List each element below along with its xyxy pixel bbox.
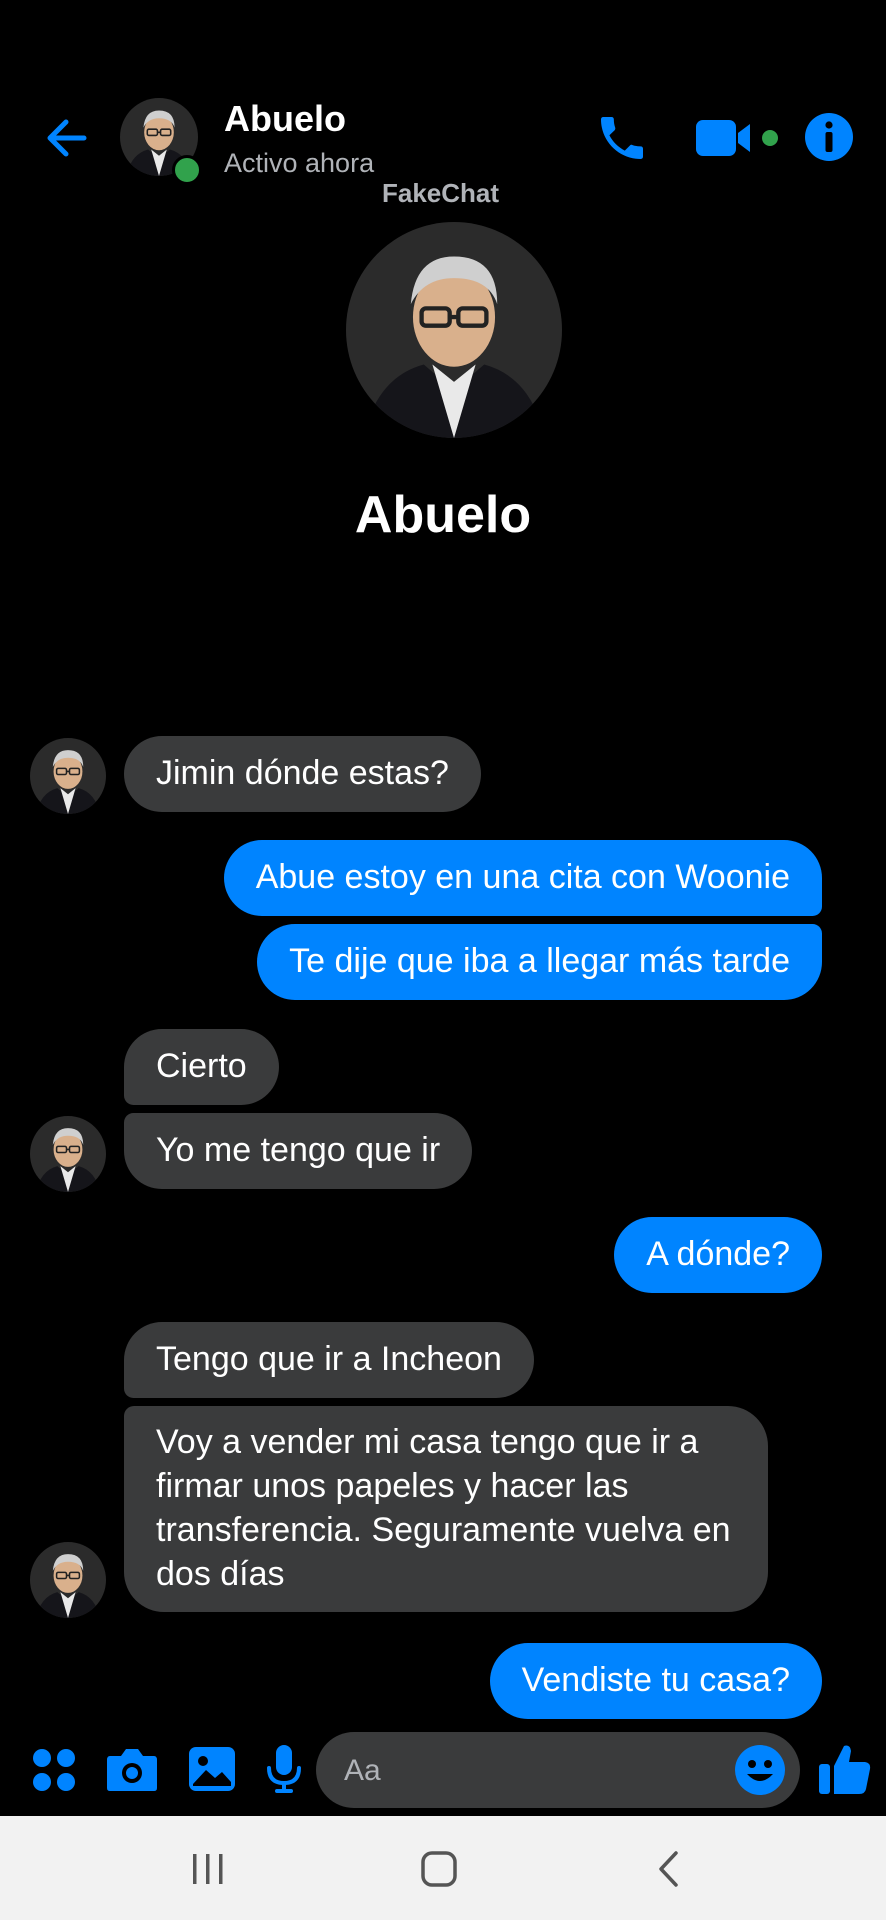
message-bubble-sent[interactable]: Vendiste tu casa? xyxy=(489,1643,822,1719)
microphone-icon[interactable] xyxy=(266,1744,302,1794)
back-icon[interactable] xyxy=(656,1850,682,1888)
message-bubble-sent[interactable]: A dónde? xyxy=(614,1217,822,1293)
back-arrow-icon[interactable] xyxy=(40,110,96,166)
message-avatar[interactable] xyxy=(30,1116,106,1192)
contact-status: Activo ahora xyxy=(224,148,375,178)
message-bubble-received[interactable]: Jimin dónde estas? xyxy=(124,736,481,812)
profile-photo xyxy=(346,222,562,438)
thumbs-up-icon[interactable] xyxy=(818,1742,872,1796)
gallery-icon[interactable] xyxy=(188,1746,236,1792)
message-composer[interactable] xyxy=(316,1732,800,1810)
camera-icon[interactable] xyxy=(106,1746,158,1792)
emoji-icon[interactable] xyxy=(734,1744,786,1796)
message-avatar[interactable] xyxy=(30,1542,106,1618)
phone-icon[interactable] xyxy=(594,110,650,166)
message-bubble-sent[interactable]: Abue estoy en una cita con Woonie xyxy=(223,840,822,916)
contact-photo xyxy=(30,1542,106,1618)
navigation-bar xyxy=(0,1816,886,1920)
message-bubble-received[interactable]: Tengo que ir a Incheon xyxy=(124,1322,534,1398)
online-status-dot xyxy=(172,155,202,185)
contact-name[interactable]: Abuelo xyxy=(224,98,346,140)
profile-name: Abuelo xyxy=(354,486,532,544)
message-bubble-received[interactable]: Cierto xyxy=(124,1029,279,1105)
message-input[interactable] xyxy=(342,1732,706,1810)
apps-icon[interactable] xyxy=(32,1748,76,1792)
recent-apps-icon[interactable] xyxy=(190,1852,226,1886)
message-bubble-received[interactable]: Yo me tengo que ir xyxy=(124,1113,473,1189)
watermark: FakeChat xyxy=(382,178,500,208)
profile-avatar[interactable] xyxy=(346,222,562,438)
contact-photo xyxy=(30,1116,106,1192)
info-icon[interactable] xyxy=(804,112,854,162)
message-bubble-sent[interactable]: Te dije que iba a llegar más tarde xyxy=(257,924,822,1000)
message-bubble-received[interactable]: Voy a vender mi casa tengo que ir a firm… xyxy=(124,1406,768,1612)
message-avatar[interactable] xyxy=(30,738,106,814)
video-camera-icon[interactable] xyxy=(696,116,778,160)
home-icon[interactable] xyxy=(420,1850,458,1888)
contact-photo xyxy=(30,738,106,814)
